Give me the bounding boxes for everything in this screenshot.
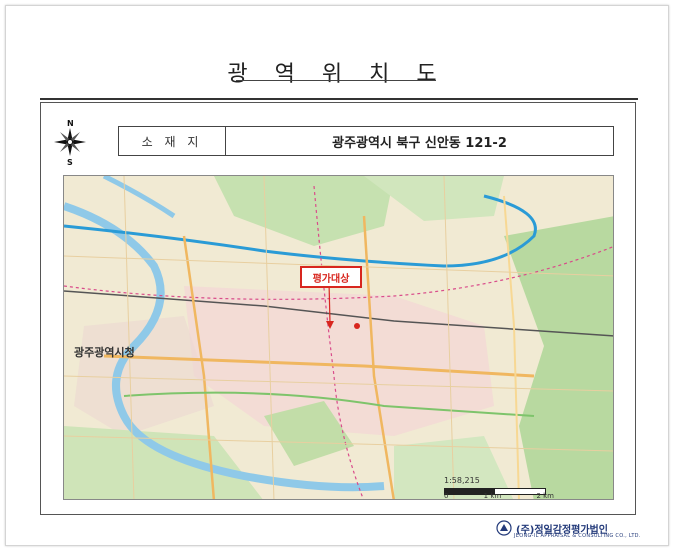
- company-logo-icon: [496, 520, 512, 536]
- location-label: 소 재 지: [119, 127, 226, 155]
- city-hall-label: 광주광역시청: [74, 346, 135, 359]
- location-box: 소 재 지 광주광역시 북구 신안동 121-2: [118, 126, 614, 156]
- scale-tick: 2 km: [536, 492, 554, 500]
- company-name-en: JEONG-IL APPRAISAL & CONSULTING CO., LTD…: [514, 533, 641, 539]
- compass-north-label: N: [67, 119, 74, 128]
- target-label: 평가대상: [300, 266, 362, 288]
- scale-ratio: 1:58,215: [444, 476, 480, 485]
- title-underline: [236, 80, 436, 81]
- area-map: 평가대상 광주광역시청 1:58,215 0 1 km 2 km: [63, 175, 614, 500]
- header-rule: [40, 98, 638, 100]
- scale-tick: 0: [444, 492, 449, 500]
- compass-south-label: S: [67, 158, 73, 166]
- map-graphic: [64, 176, 613, 499]
- location-value: 광주광역시 북구 신안동 121-2: [332, 135, 507, 151]
- scale-ticks: 0 1 km 2 km: [444, 492, 554, 500]
- compass-rose-icon: N S: [48, 118, 92, 167]
- page-title: 광 역 위 치 도: [227, 62, 447, 87]
- scale-tick: 1 km: [483, 492, 502, 500]
